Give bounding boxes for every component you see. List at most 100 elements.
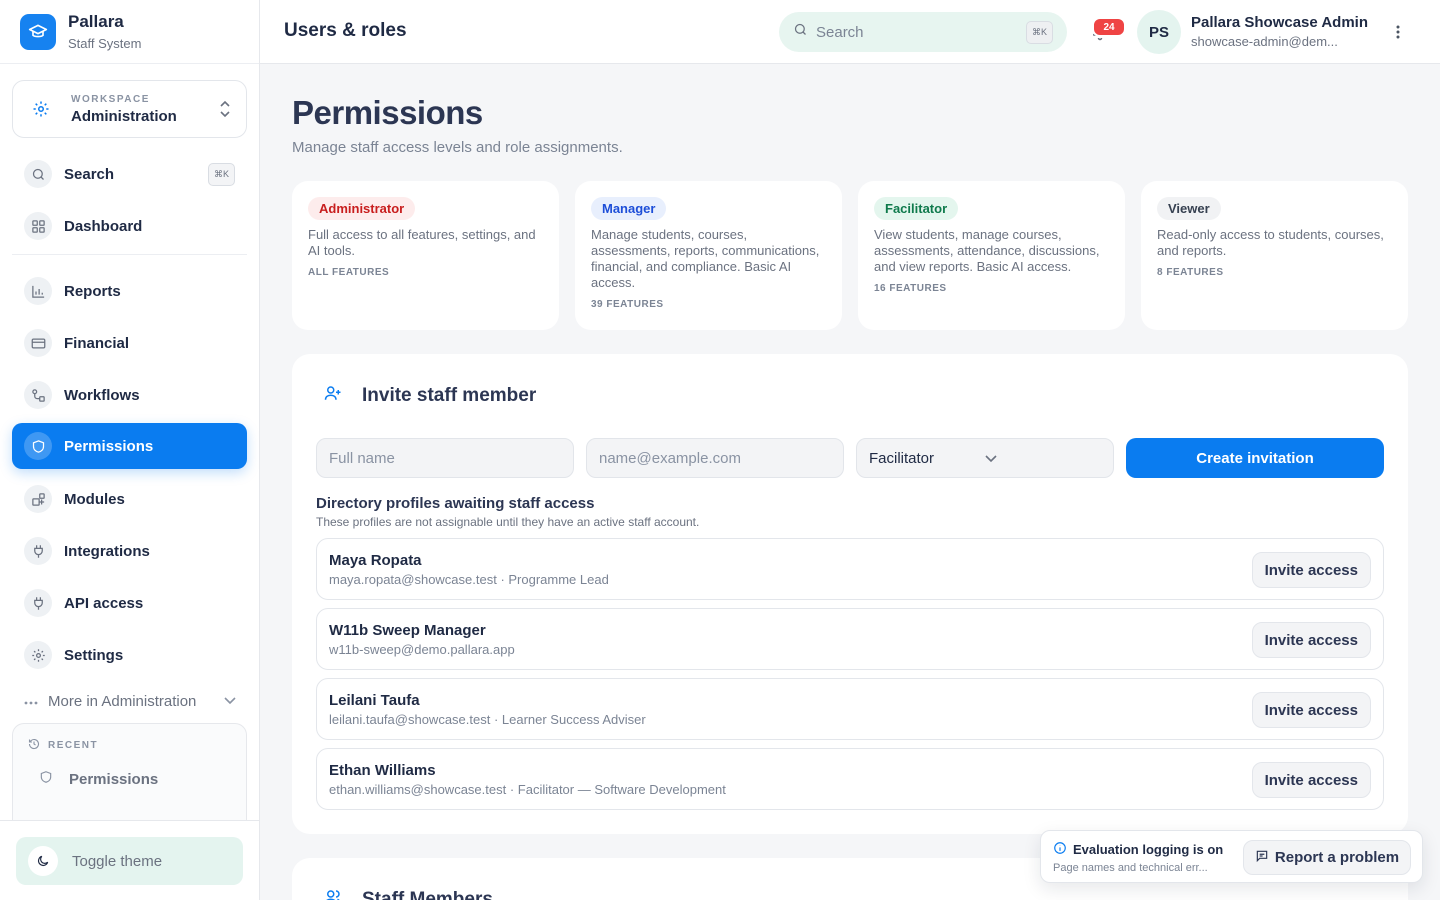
gear-icon bbox=[24, 641, 52, 669]
sidebar-search-label: Search bbox=[64, 165, 115, 183]
role-feature-count: 8 FEATURES bbox=[1157, 267, 1224, 278]
more-label: More in Administration bbox=[48, 692, 197, 710]
sidebar-item-integrations[interactable]: Integrations bbox=[12, 528, 247, 574]
report-problem-label: Report a problem bbox=[1274, 849, 1400, 866]
ellipsis-icon bbox=[24, 692, 38, 710]
divider bbox=[12, 254, 247, 255]
sidebar-item-label: Integrations bbox=[64, 542, 150, 560]
role-card-facilitator: Facilitator View students, manage course… bbox=[858, 181, 1125, 330]
info-icon bbox=[1053, 841, 1067, 858]
search-bar[interactable]: ⌘K bbox=[779, 12, 1067, 52]
search-input[interactable] bbox=[816, 23, 1026, 41]
shield-icon bbox=[39, 770, 53, 788]
sidebar-search[interactable]: Search ⌘K bbox=[12, 151, 247, 197]
role-select[interactable]: Facilitator bbox=[856, 438, 1114, 478]
role-card-administrator: Administrator Full access to all feature… bbox=[292, 181, 559, 330]
directory-title: Directory profiles awaiting staff access bbox=[316, 495, 595, 512]
recent-item-permissions[interactable]: Permissions bbox=[39, 770, 158, 788]
sidebar-item-label: API access bbox=[64, 594, 144, 612]
role-description: View students, manage courses, assessmen… bbox=[874, 227, 1100, 274]
invite-access-button[interactable]: Invite access bbox=[1251, 692, 1371, 728]
notification-badge: 24 bbox=[1092, 17, 1126, 37]
sidebar-item-modules[interactable]: Modules bbox=[12, 476, 247, 522]
invite-card: Invite staff member Facilitator Create i… bbox=[292, 354, 1408, 834]
profile-name: Leilani Taufa bbox=[329, 692, 420, 709]
report-problem-button[interactable]: Report a problem bbox=[1243, 840, 1411, 875]
search-icon bbox=[793, 22, 808, 42]
recent-label: RECENT bbox=[48, 740, 99, 751]
sidebar-item-reports[interactable]: Reports bbox=[12, 268, 247, 314]
directory-subtitle: These profiles are not assignable until … bbox=[316, 515, 700, 529]
toast-description: Page names and technical err... bbox=[1053, 862, 1208, 874]
sidebar-item-workflows[interactable]: Workflows bbox=[12, 372, 247, 418]
workflow-icon bbox=[24, 381, 52, 409]
sidebar-item-label: Settings bbox=[64, 646, 124, 664]
profile-meta: maya.ropata@showcase.test · Programme Le… bbox=[329, 572, 609, 587]
role-card-manager: Manager Manage students, courses, assess… bbox=[575, 181, 842, 330]
role-description: Read-only access to students, courses, a… bbox=[1157, 227, 1384, 258]
list-item: W11b Sweep Manager w11b-sweep@demo.palla… bbox=[316, 608, 1384, 670]
brand-name: Pallara bbox=[68, 12, 124, 31]
full-name-field[interactable] bbox=[316, 438, 574, 478]
user-info[interactable]: Pallara Showcase Admin showcase-admin@de… bbox=[1191, 14, 1381, 49]
invite-access-button[interactable]: Invite access bbox=[1251, 552, 1371, 588]
avatar[interactable]: PS bbox=[1137, 10, 1181, 54]
sidebar-item-label: Modules bbox=[64, 490, 125, 508]
email-field[interactable] bbox=[586, 438, 844, 478]
list-item: Leilani Taufa leilani.taufa@showcase.tes… bbox=[316, 678, 1384, 740]
page-heading: Users & roles bbox=[284, 20, 407, 41]
message-icon bbox=[1255, 849, 1269, 867]
credit-card-icon bbox=[24, 329, 52, 357]
sidebar-item-settings[interactable]: Settings bbox=[12, 632, 247, 678]
full-name-input[interactable] bbox=[317, 439, 573, 477]
role-select-value: Facilitator bbox=[869, 449, 935, 467]
shortcut-badge: ⌘K bbox=[1025, 20, 1053, 44]
role-pill: Facilitator bbox=[874, 197, 959, 220]
sidebar-footer: Toggle theme bbox=[0, 820, 259, 900]
shield-icon bbox=[24, 432, 52, 460]
plug-icon bbox=[24, 589, 52, 617]
sidebar-item-financial[interactable]: Financial bbox=[12, 320, 247, 366]
moon-icon bbox=[28, 846, 58, 876]
staff-members-title: Staff Members bbox=[362, 888, 493, 900]
role-feature-count: 39 FEATURES bbox=[591, 299, 664, 310]
users-icon bbox=[324, 888, 342, 900]
workspace-switcher[interactable]: WORKSPACE Administration bbox=[12, 80, 247, 138]
profile-name: W11b Sweep Manager bbox=[329, 622, 486, 639]
role-pill: Manager bbox=[591, 197, 667, 220]
create-invitation-button[interactable]: Create invitation bbox=[1126, 438, 1384, 478]
bar-chart-icon bbox=[24, 277, 52, 305]
sidebar-item-api-access[interactable]: API access bbox=[12, 580, 247, 626]
profile-name: Ethan Williams bbox=[329, 762, 436, 779]
chevron-down-icon bbox=[224, 692, 236, 710]
toggle-theme-button[interactable]: Toggle theme bbox=[16, 837, 243, 885]
more-in-administration[interactable]: More in Administration bbox=[24, 690, 236, 712]
invite-access-button[interactable]: Invite access bbox=[1251, 762, 1371, 798]
graduation-cap-icon bbox=[20, 13, 56, 50]
gear-icon bbox=[27, 95, 55, 123]
sidebar-item-label: Dashboard bbox=[64, 217, 143, 235]
profile-meta: leilani.taufa@showcase.test · Learner Su… bbox=[329, 712, 646, 727]
workspace-label: WORKSPACE bbox=[71, 93, 150, 105]
user-plus-icon bbox=[324, 384, 342, 407]
role-pill: Administrator bbox=[308, 197, 416, 220]
sidebar-item-label: Permissions bbox=[64, 437, 154, 455]
profile-name: Maya Ropata bbox=[329, 552, 422, 569]
sidebar-item-permissions[interactable]: Permissions bbox=[12, 423, 247, 469]
evaluation-logging-toast: Evaluation logging is on Page names and … bbox=[1040, 830, 1423, 883]
shortcut-badge: ⌘K bbox=[207, 162, 235, 186]
more-vertical-icon[interactable] bbox=[1388, 22, 1408, 42]
role-feature-count: ALL FEATURES bbox=[308, 267, 390, 278]
email-input[interactable] bbox=[587, 439, 843, 477]
topbar: Users & roles ⌘K 24 PS Pallara Showcase … bbox=[260, 0, 1440, 64]
profile-meta: ethan.williams@showcase.test · Facilitat… bbox=[329, 782, 726, 797]
toggle-theme-label: Toggle theme bbox=[72, 852, 163, 870]
chevron-down-icon bbox=[985, 450, 1101, 467]
user-email: showcase-admin@dem... bbox=[1191, 34, 1338, 49]
sidebar-item-label: Reports bbox=[64, 282, 121, 300]
user-name: Pallara Showcase Admin bbox=[1191, 14, 1369, 31]
page-title: Permissions bbox=[292, 94, 483, 131]
recent-panel: RECENT Permissions bbox=[12, 723, 247, 823]
sidebar-item-dashboard[interactable]: Dashboard bbox=[12, 203, 247, 249]
invite-access-button[interactable]: Invite access bbox=[1251, 622, 1371, 658]
